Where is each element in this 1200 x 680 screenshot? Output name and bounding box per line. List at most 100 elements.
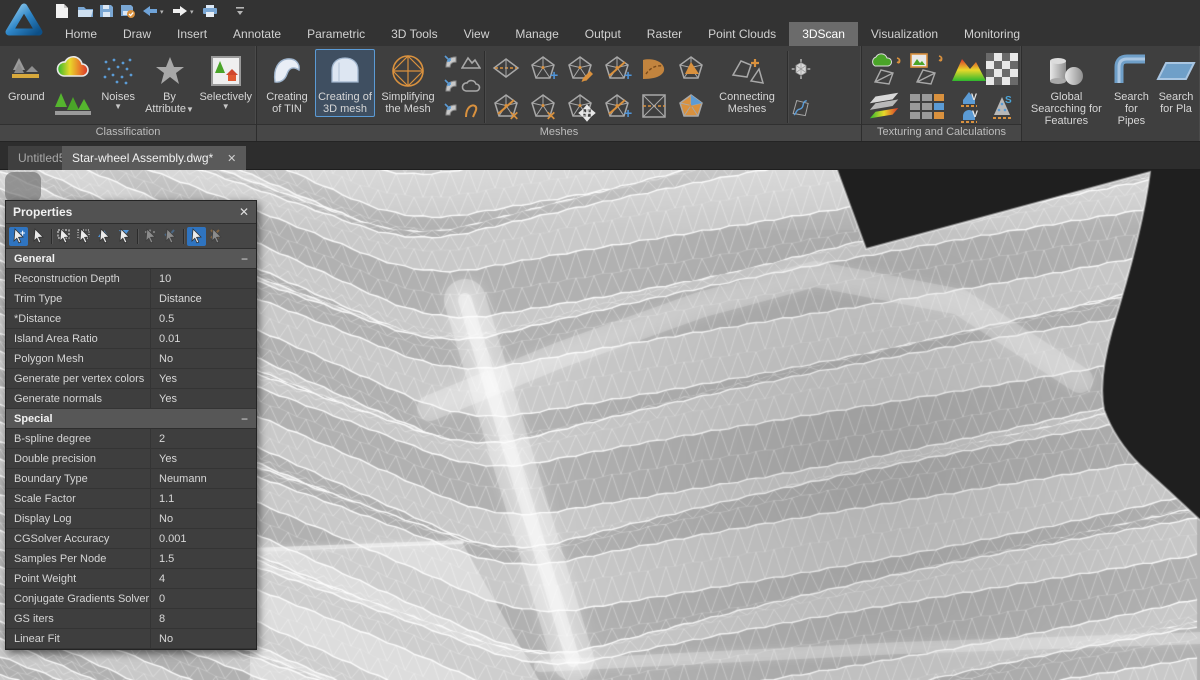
creating-of-3d-mesh-button[interactable]: Creating of 3D mesh [315, 49, 375, 117]
property-row[interactable]: Generate per vertex colorsYes [6, 369, 256, 389]
property-value[interactable]: 10 [151, 269, 256, 288]
mesh-fill-hole-icon[interactable] [675, 52, 709, 86]
app-logo-icon[interactable] [3, 1, 45, 43]
property-row[interactable]: Trim TypeDistance [6, 289, 256, 309]
ribbon-tab-home[interactable]: Home [52, 22, 110, 46]
connecting-meshes-button[interactable]: Connecting Meshes [710, 49, 784, 117]
mesh-paint-faces-icon[interactable] [675, 90, 709, 124]
property-value[interactable]: No [151, 509, 256, 528]
ribbon-tab-raster[interactable]: Raster [634, 22, 695, 46]
property-value[interactable]: 0.5 [151, 309, 256, 328]
property-row[interactable]: B-spline degree2 [6, 429, 256, 449]
property-value[interactable]: 2 [151, 429, 256, 448]
mesh-trim-boundary-icon[interactable] [638, 52, 672, 86]
property-row[interactable]: CGSolver Accuracy0.001 [6, 529, 256, 549]
mesh-split-edge-icon[interactable]: + [601, 90, 635, 124]
ribbon-tab-draw[interactable]: Draw [110, 22, 164, 46]
document-tab-close-icon[interactable]: ✕ [227, 152, 236, 165]
mesh-delete-edge-icon[interactable]: ✕ [490, 90, 524, 124]
checker-texture-icon[interactable] [983, 52, 1021, 86]
property-value[interactable]: No [151, 629, 256, 648]
property-row[interactable]: Island Area Ratio0.01 [6, 329, 256, 349]
ribbon-tab-visualization[interactable]: Visualization [858, 22, 951, 46]
ribbon-tab-monitoring[interactable]: Monitoring [951, 22, 1033, 46]
search-for-planes-button[interactable]: Search for Pla [1154, 49, 1198, 117]
section-s-icon[interactable]: S [983, 90, 1021, 124]
global-search-features-button[interactable]: Global Searcching for Features [1024, 49, 1109, 129]
ribbon-tab-parametric[interactable]: Parametric [294, 22, 378, 46]
ribbon-tab-view[interactable]: View [451, 22, 503, 46]
property-value[interactable]: 8 [151, 609, 256, 628]
property-row[interactable]: Polygon MeshNo [6, 349, 256, 369]
save-icon[interactable] [96, 2, 116, 20]
texture-from-image-icon[interactable] [908, 52, 946, 86]
close-icon[interactable]: ✕ [239, 205, 249, 219]
redo-dropdown-icon[interactable]: ▾ [190, 8, 198, 16]
select-window-icon[interactable] [55, 227, 74, 246]
select-cursor-icon[interactable] [29, 227, 48, 246]
property-row[interactable]: Point Weight4 [6, 569, 256, 589]
select-points-icon[interactable] [141, 227, 160, 246]
compare-surfaces-icon[interactable] [866, 90, 904, 124]
mesh-flip-edges-icon[interactable] [490, 52, 524, 86]
undo-icon[interactable] [140, 2, 160, 20]
ribbon-tab-manage[interactable]: Manage [502, 22, 571, 46]
save-all-icon[interactable] [118, 2, 138, 20]
property-row[interactable]: Scale Factor1.1 [6, 489, 256, 509]
rainbow-cloud-icon[interactable] [51, 51, 95, 87]
surface-patch-icon[interactable] [441, 75, 461, 97]
customize-toolbar-icon[interactable] [230, 2, 250, 20]
mesh-move-vertex-icon[interactable] [564, 90, 598, 124]
property-value[interactable]: 1.5 [151, 549, 256, 568]
property-row[interactable]: Boundary TypeNeumann [6, 469, 256, 489]
redo-icon[interactable] [170, 2, 190, 20]
print-icon[interactable] [200, 2, 220, 20]
property-value[interactable]: No [151, 349, 256, 368]
apply-selection-icon[interactable] [161, 227, 180, 246]
property-row[interactable]: GS iters8 [6, 609, 256, 629]
classify-selectively-button[interactable]: Selectively ▼ [197, 49, 254, 113]
classify-by-attribute-button[interactable]: By Attribute▼ [142, 49, 198, 117]
ribbon-tab-3d-tools[interactable]: 3D Tools [378, 22, 450, 46]
property-row[interactable]: Display LogNo [6, 509, 256, 529]
mesh-section-plane-icon[interactable] [638, 90, 672, 124]
cancel-selection-icon[interactable] [207, 227, 226, 246]
property-value[interactable]: 0.001 [151, 529, 256, 548]
ribbon-tab-annotate[interactable]: Annotate [220, 22, 294, 46]
property-value[interactable]: 0.01 [151, 329, 256, 348]
select-append-cursor-icon[interactable]: + [9, 227, 28, 246]
collapse-icon[interactable]: − [241, 254, 248, 264]
undo-dropdown-icon[interactable]: ▾ [160, 8, 168, 16]
simplifying-the-mesh-button[interactable]: Simplifying the Mesh [375, 49, 441, 117]
property-value[interactable]: Distance [151, 289, 256, 308]
mesh-add-edge-icon[interactable]: + [601, 52, 635, 86]
property-value[interactable]: Neumann [151, 469, 256, 488]
section-header-general[interactable]: General− [6, 249, 256, 269]
pick-object-icon[interactable] [187, 227, 206, 246]
ribbon-tab-insert[interactable]: Insert [164, 22, 220, 46]
drawing-viewport[interactable]: Properties ✕ + General−Reconstruction De… [0, 170, 1200, 680]
section-header-special[interactable]: Special− [6, 409, 256, 429]
select-polygon-icon[interactable] [95, 227, 114, 246]
ribbon-tab-output[interactable]: Output [572, 22, 634, 46]
mesh-edit-vertex-icon[interactable] [564, 52, 598, 86]
select-crossing-icon[interactable] [75, 227, 94, 246]
property-row[interactable]: Samples Per Node1.5 [6, 549, 256, 569]
cloud-small-icon[interactable] [461, 75, 481, 97]
property-row[interactable]: Double precisionYes [6, 449, 256, 469]
vegetation-trees-icon[interactable] [51, 89, 95, 123]
mesh-delete-vertex-icon[interactable]: ✕ [527, 90, 561, 124]
ribbon-tab-3dscan[interactable]: 3DScan [789, 22, 858, 46]
noises-dropdown-icon[interactable]: ▼ [114, 103, 122, 111]
curve-on-mesh-icon[interactable] [791, 89, 811, 125]
property-value[interactable]: 4 [151, 569, 256, 588]
property-value[interactable]: Yes [151, 369, 256, 388]
open-file-icon[interactable] [75, 2, 95, 20]
new-file-icon[interactable] [52, 2, 72, 20]
collapse-icon[interactable]: − [241, 414, 248, 424]
ribbon-tab-point-clouds[interactable]: Point Clouds [695, 22, 789, 46]
creating-of-tin-button[interactable]: Creating of TIN [259, 49, 315, 117]
mountain-icon[interactable] [461, 51, 481, 73]
texture-from-cloud-icon[interactable] [866, 52, 904, 86]
mesh-add-vertex-icon[interactable]: + [527, 52, 561, 86]
